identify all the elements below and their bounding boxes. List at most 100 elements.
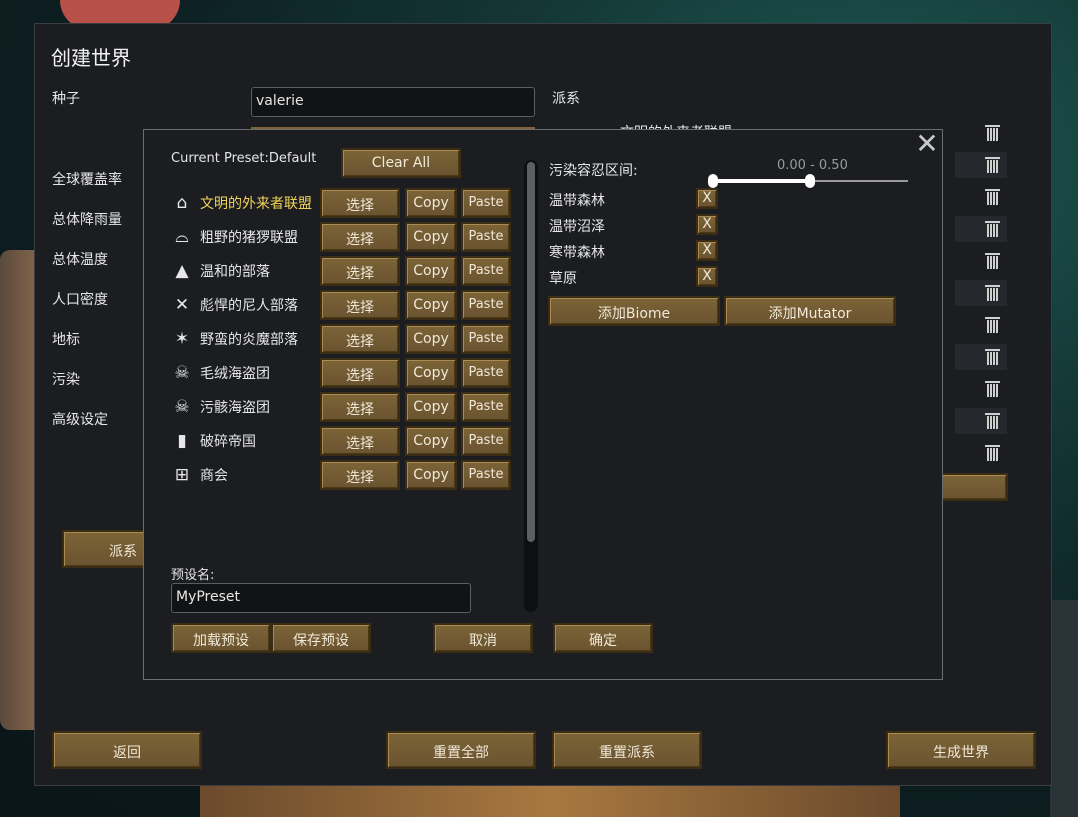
trash-icon[interactable] <box>985 252 1000 269</box>
copy-label: Copy <box>413 297 449 313</box>
copy-button[interactable]: Copy <box>405 256 457 286</box>
seed-input[interactable]: valerie <box>251 87 535 117</box>
faction-preset-row: ☠ 毛绒海盗团 选择 Copy Paste <box>170 358 515 388</box>
confirm-button[interactable]: 确定 <box>553 623 653 653</box>
trash-icon[interactable] <box>985 412 1000 429</box>
paste-label: Paste <box>468 229 504 244</box>
remove-biome-button[interactable]: X <box>696 240 718 261</box>
select-button[interactable]: 选择 <box>320 460 400 490</box>
reset-all-button[interactable]: 重置全部 <box>386 731 536 769</box>
back-button[interactable]: 返回 <box>52 731 202 769</box>
copy-label: Copy <box>413 433 449 449</box>
pollution-slider-min-handle[interactable] <box>708 174 718 188</box>
pollution-slider-max-handle[interactable] <box>805 174 815 188</box>
save-preset-button[interactable]: 保存预设 <box>271 623 371 653</box>
add-mutator-button[interactable]: 添加Mutator <box>724 296 896 326</box>
background-art-bottom <box>200 785 900 817</box>
copy-button[interactable]: Copy <box>405 358 457 388</box>
paste-button[interactable]: Paste <box>461 392 511 422</box>
pollution-tolerance-label: 污染容忍区间: <box>549 163 638 179</box>
preset-name-input[interactable]: MyPreset <box>171 583 471 613</box>
add-faction-button[interactable] <box>940 473 1008 501</box>
faction-row-9 <box>955 376 1007 402</box>
paste-button[interactable]: Paste <box>461 460 511 490</box>
faction-row-3 <box>955 184 1007 210</box>
pollution-range-value: 0.00 - 0.50 <box>777 158 848 173</box>
faction-name: 彪悍的尼人部落 <box>200 298 298 314</box>
faction-name: 野蛮的炎魔部落 <box>200 332 298 348</box>
copy-button[interactable]: Copy <box>405 290 457 320</box>
trash-icon[interactable] <box>985 156 1000 173</box>
trash-icon[interactable] <box>985 444 1000 461</box>
select-button[interactable]: 选择 <box>320 426 400 456</box>
remove-label: X <box>702 216 712 232</box>
paste-button[interactable]: Paste <box>461 358 511 388</box>
trash-icon[interactable] <box>985 348 1000 365</box>
trash-icon[interactable] <box>985 316 1000 333</box>
select-button[interactable]: 选择 <box>320 188 400 218</box>
clear-all-button[interactable]: Clear All <box>341 148 461 178</box>
paste-button[interactable]: Paste <box>461 426 511 456</box>
select-button[interactable]: 选择 <box>320 392 400 422</box>
faction-list-scrollbar[interactable] <box>524 160 538 612</box>
factions-header: 派系 <box>552 91 580 107</box>
paste-button[interactable]: Paste <box>461 222 511 252</box>
select-button[interactable]: 选择 <box>320 358 400 388</box>
copy-label: Copy <box>413 263 449 279</box>
copy-label: Copy <box>413 331 449 347</box>
generate-world-button[interactable]: 生成世界 <box>886 731 1036 769</box>
biome-name: 草原 <box>549 271 577 287</box>
paste-button[interactable]: Paste <box>461 324 511 354</box>
trash-icon[interactable] <box>985 188 1000 205</box>
house-icon: ⌂ <box>176 193 188 213</box>
paste-button[interactable]: Paste <box>461 290 511 320</box>
paste-label: Paste <box>468 297 504 312</box>
add-mutator-label: 添加Mutator <box>768 306 852 322</box>
load-preset-button[interactable]: 加载预设 <box>171 623 271 653</box>
flame-horns-icon: ✶ <box>174 329 190 349</box>
paste-label: Paste <box>468 433 504 448</box>
copy-label: Copy <box>413 467 449 483</box>
faction-row-7 <box>955 312 1007 338</box>
select-button[interactable]: 选择 <box>320 256 400 286</box>
add-biome-button[interactable]: 添加Biome <box>548 296 720 326</box>
select-button[interactable]: 选择 <box>320 222 400 252</box>
cancel-button[interactable]: 取消 <box>433 623 533 653</box>
faction-name: 破碎帝国 <box>200 434 256 450</box>
faction-row-4 <box>955 216 1007 242</box>
temperature-label: 总体温度 <box>52 252 108 268</box>
remove-biome-button[interactable]: X <box>696 266 718 287</box>
select-label: 选择 <box>346 470 374 486</box>
remove-biome-button[interactable]: X <box>696 188 718 209</box>
copy-button[interactable]: Copy <box>405 392 457 422</box>
copy-button[interactable]: Copy <box>405 460 457 490</box>
trash-icon[interactable] <box>985 284 1000 301</box>
biome-name: 温带沼泽 <box>549 219 605 235</box>
advanced-settings-label: 高级设定 <box>52 412 108 428</box>
seed-label: 种子 <box>52 91 80 107</box>
trash-icon[interactable] <box>985 124 1000 141</box>
faction-name: 温和的部落 <box>200 264 270 280</box>
biome-name: 寒带森林 <box>549 245 605 261</box>
select-button[interactable]: 选择 <box>320 290 400 320</box>
select-button[interactable]: 选择 <box>320 324 400 354</box>
barn-icon: ⌓ <box>175 227 189 247</box>
faction-name: 毛绒海盗团 <box>200 366 270 382</box>
pollution-label: 污染 <box>52 372 80 388</box>
scrollbar-thumb[interactable] <box>527 162 535 542</box>
close-icon[interactable]: ✕ <box>914 130 940 158</box>
copy-button[interactable]: Copy <box>405 324 457 354</box>
faction-row-10 <box>955 408 1007 434</box>
trash-icon[interactable] <box>985 380 1000 397</box>
paste-button[interactable]: Paste <box>461 188 511 218</box>
copy-button[interactable]: Copy <box>405 426 457 456</box>
trash-icon[interactable] <box>985 220 1000 237</box>
remove-biome-button[interactable]: X <box>696 214 718 235</box>
current-preset-label: Current Preset:Default <box>171 151 317 166</box>
copy-button[interactable]: Copy <box>405 188 457 218</box>
paste-button[interactable]: Paste <box>461 256 511 286</box>
window-title: 创建世界 <box>51 46 131 70</box>
reset-factions-button[interactable]: 重置派系 <box>552 731 702 769</box>
faction-row-2 <box>955 152 1007 178</box>
copy-button[interactable]: Copy <box>405 222 457 252</box>
